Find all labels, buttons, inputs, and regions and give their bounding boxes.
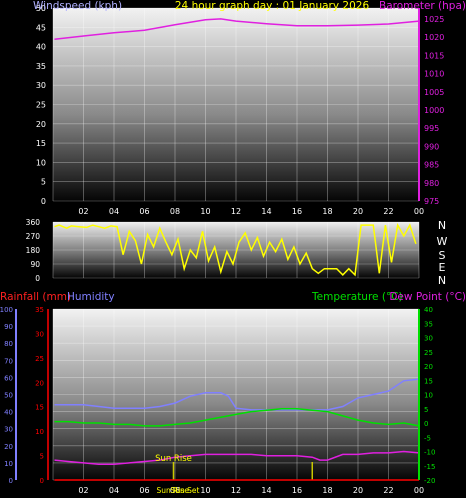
x-tick-label: 04 (109, 486, 119, 495)
humidity-tick-label: 80 (4, 340, 13, 348)
x-tick-label: 22 (383, 486, 393, 495)
temperature-tick-label: -10 (424, 449, 435, 457)
windspeed-tick-label: 45 (36, 23, 46, 32)
barometer-tick-label: 995 (424, 124, 439, 133)
direction-tick-label: 360 (26, 218, 41, 227)
humidity-tick-label: 40 (4, 409, 13, 417)
temperature-tick-label: 5 (424, 406, 428, 414)
windspeed-tick-label: 25 (36, 101, 46, 110)
direction-tick-label: 0 (35, 274, 40, 283)
barometer-tick-label: 985 (424, 161, 439, 170)
barometer-tick-label: 1020 (424, 33, 444, 42)
humidity-tick-label: 20 (4, 443, 13, 451)
compass-label: E (439, 261, 446, 274)
windspeed-tick-label: 10 (36, 158, 46, 167)
direction-tick-label: 180 (26, 246, 41, 255)
humidity-axis-label: Humidity (67, 291, 115, 303)
weather-graph-page: 0510152025303540455097598098599099510001… (0, 0, 466, 495)
x-tick-label: 20 (353, 207, 363, 216)
barometer-tick-label: 1010 (424, 70, 444, 79)
x-tick-label: 12 (231, 486, 241, 495)
rainfall-axis-label: Rainfall (mm) (0, 291, 71, 303)
rainfall-tick-label: 35 (35, 306, 44, 314)
x-tick-label: 16 (292, 486, 302, 495)
temperature-tick-label: 35 (424, 320, 433, 328)
humidity-tick-label: 90 (4, 323, 13, 331)
humidity-tick-label: 50 (4, 392, 13, 400)
x-tick-label: 12 (231, 207, 241, 216)
barometer-tick-label: 1015 (424, 51, 444, 60)
barometer-tick-label: 980 (424, 179, 439, 188)
rainfall-tick-label: 10 (35, 428, 44, 436)
x-tick-label: 00 (414, 207, 424, 216)
compass-label: W (437, 235, 448, 248)
humidity-tick-label: 60 (4, 374, 13, 382)
temperature-tick-label: 20 (424, 363, 433, 371)
direction-tick-label: 90 (30, 260, 40, 269)
x-tick-label: 20 (353, 486, 363, 495)
x-tick-label: 16 (292, 207, 302, 216)
wind-direction-chart: 090180270360 NWSEN (26, 218, 448, 287)
x-tick-label: 10 (200, 207, 210, 216)
rainfall-tick-label: 30 (35, 330, 44, 338)
windspeed-tick-label: 30 (36, 81, 46, 90)
x-tick-label: 04 (109, 207, 119, 216)
windspeed-tick-label: 35 (36, 62, 46, 71)
humidity-tick-label: 0 (9, 477, 13, 485)
rainfall-tick-label: 0 (40, 477, 44, 485)
rainfall-tick-label: 5 (40, 453, 44, 461)
temperature-tick-label: -20 (424, 477, 435, 485)
windspeed-axis-label: Windspeed (kph) (33, 0, 122, 12)
x-tick-label: 00 (414, 486, 424, 495)
pressure-wind-chart: 0510152025303540455097598098599099510001… (33, 0, 466, 216)
direction-tick-label: 270 (26, 232, 41, 241)
barometer-tick-label: 1025 (424, 15, 444, 24)
x-tick-label: 02 (78, 207, 88, 216)
barometer-tick-label: 1000 (424, 106, 444, 115)
x-tick-label: 14 (261, 486, 271, 495)
barometer-tick-label: 975 (424, 197, 439, 206)
windspeed-tick-label: 0 (41, 197, 46, 206)
temperature-tick-label: 25 (424, 349, 433, 357)
barometer-axis-label: Barometer (hpa) (379, 0, 466, 12)
humidity-tick-label: 30 (4, 426, 13, 434)
chart-title: 24 hour graph day : 01 January 2026 (175, 0, 370, 12)
compass-label: N (438, 219, 446, 232)
rainfall-tick-label: 15 (35, 404, 44, 412)
temperature-tick-label: 15 (424, 377, 433, 385)
temperature-tick-label: 40 (424, 306, 433, 314)
barometer-tick-label: 990 (424, 142, 439, 151)
rainfall-tick-label: 20 (35, 379, 44, 387)
temperature-tick-label: 30 (424, 335, 433, 343)
temp-humidity-chart: 010203040506070809010005101520253035-20-… (0, 291, 466, 495)
x-tick-label: 02 (78, 486, 88, 495)
sunrise-annotation: Sun Rise (155, 454, 192, 464)
x-tick-label: 18 (322, 207, 332, 216)
x-tick-label: 06 (139, 486, 149, 495)
rainfall-tick-label: 25 (35, 355, 44, 363)
windspeed-tick-label: 20 (36, 120, 46, 129)
humidity-tick-label: 10 (4, 460, 13, 468)
x-tick-label: 22 (383, 207, 393, 216)
humidity-tick-label: 70 (4, 357, 13, 365)
windspeed-tick-label: 40 (36, 43, 46, 52)
x-tick-label: 08 (170, 207, 180, 216)
x-tick-label: 06 (139, 207, 149, 216)
x-tick-label: 18 (322, 486, 332, 495)
windspeed-tick-label: 15 (36, 139, 46, 148)
compass-label: N (438, 274, 446, 287)
temperature-tick-label: -15 (424, 463, 435, 471)
windspeed-tick-label: 5 (41, 178, 46, 187)
sunset-axis-annotation: Sun Set (170, 486, 199, 495)
barometer-tick-label: 1005 (424, 88, 444, 97)
dew-point-axis-label: Dew Point (°C) (389, 291, 466, 303)
temperature-tick-label: -5 (424, 434, 431, 442)
x-tick-label: 10 (200, 486, 210, 495)
temperature-tick-label: 0 (424, 420, 428, 428)
temperature-tick-label: 10 (424, 392, 433, 400)
humidity-tick-label: 100 (0, 306, 13, 314)
x-tick-label: 14 (261, 207, 271, 216)
